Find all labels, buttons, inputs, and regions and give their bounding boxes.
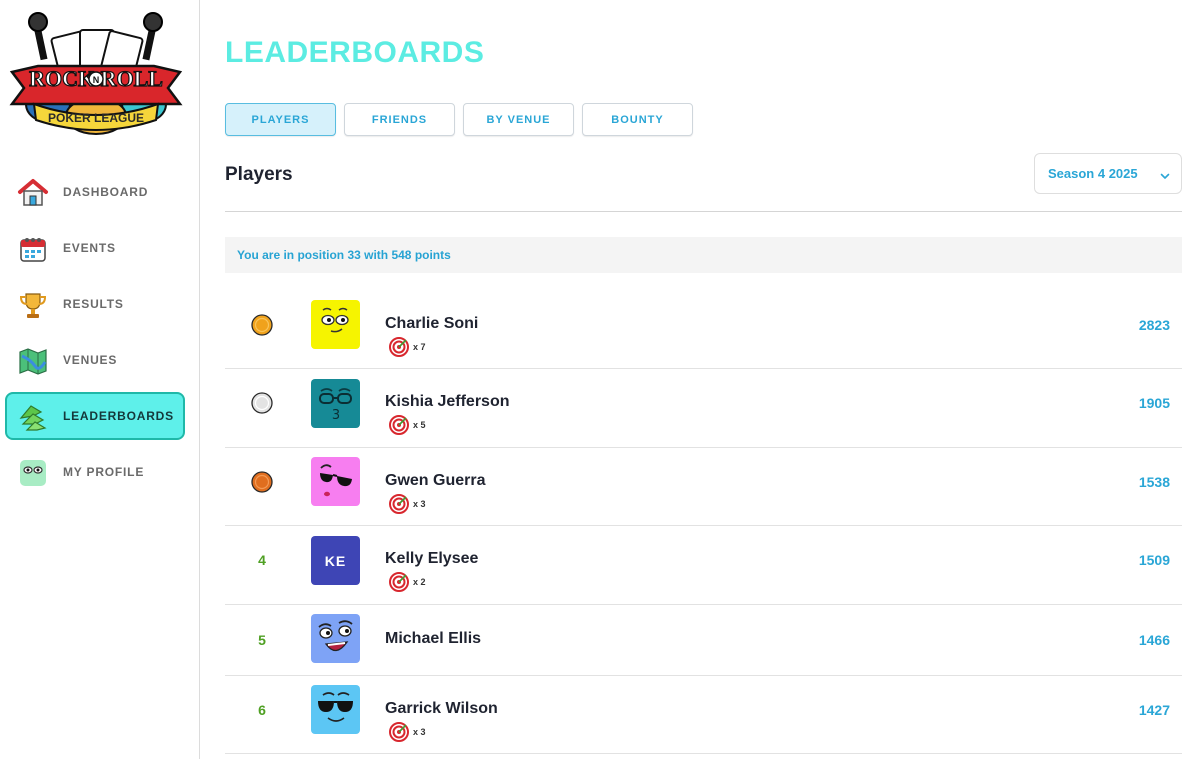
rank-number: 5 <box>258 632 266 648</box>
bounty-count: x 3 <box>413 499 426 509</box>
sidebar-item-venues[interactable]: VENUES <box>5 336 185 384</box>
bounty-count: x 5 <box>413 420 426 430</box>
avatar <box>311 614 360 663</box>
section-title: Players <box>225 164 293 185</box>
bounty-count: x 7 <box>413 342 426 352</box>
chevron-down-icon <box>1160 168 1170 179</box>
player-points: 2823 <box>1138 317 1170 333</box>
bounty-badge: x 3 <box>389 722 426 742</box>
player-name[interactable]: Charlie Soni <box>385 315 478 333</box>
season-select[interactable]: Season 4 2025 <box>1034 153 1182 194</box>
sidebar-item-my-profile[interactable]: MY PROFILE <box>5 448 185 496</box>
position-banner-text: You are in position 33 with 548 points <box>237 248 451 262</box>
player-points: 1466 <box>1138 632 1170 648</box>
avatar-initials: KE <box>324 552 347 569</box>
player-name[interactable]: Kishia Jefferson <box>385 393 509 411</box>
svg-text:POKER LEAGUE: POKER LEAGUE <box>48 111 144 125</box>
season-select-value: Season 4 2025 <box>1048 166 1138 181</box>
rank-number: 4 <box>258 552 266 568</box>
sidebar-item-label: VENUES <box>63 353 118 367</box>
sidebar-item-label: RESULTS <box>63 297 124 311</box>
trophy-icon <box>17 290 49 320</box>
target-icon <box>389 572 409 592</box>
divider <box>225 211 1182 212</box>
tab-players[interactable]: PLAYERS <box>225 103 336 136</box>
face-icon <box>17 458 49 488</box>
sidebar-item-label: LEADERBOARDS <box>63 409 174 423</box>
target-icon <box>389 337 409 357</box>
gold-medal-icon <box>251 314 273 336</box>
bounty-badge: x 7 <box>389 337 426 357</box>
avatar <box>311 300 360 349</box>
sidebar: ROCK ROLL N POKER LEAGUE DASHBOARD EVENT… <box>0 0 200 759</box>
player-name[interactable]: Michael Ellis <box>385 630 481 648</box>
sidebar-item-label: EVENTS <box>63 241 116 255</box>
tab-friends[interactable]: FRIENDS <box>344 103 455 136</box>
avatar: 3 <box>311 379 360 428</box>
table-row[interactable]: Gwen Guerra x 3 1538 <box>225 448 1182 526</box>
sidebar-item-results[interactable]: RESULTS <box>5 280 185 328</box>
tab-by-venue[interactable]: BY VENUE <box>463 103 574 136</box>
table-row[interactable]: 3 Kishia Jefferson x 5 1905 <box>225 369 1182 448</box>
target-icon <box>389 494 409 514</box>
player-name[interactable]: Garrick Wilson <box>385 700 498 718</box>
sidebar-item-dashboard[interactable]: DASHBOARD <box>5 168 185 216</box>
rock-n-roll-poker-league-logo[interactable]: ROCK ROLL N POKER LEAGUE <box>8 8 184 140</box>
svg-text:N: N <box>93 75 100 85</box>
table-row[interactable]: Charlie Soni x 7 2823 <box>225 291 1182 369</box>
tab-bounty[interactable]: BOUNTY <box>582 103 693 136</box>
svg-text:3: 3 <box>332 408 340 423</box>
player-points: 1509 <box>1138 552 1170 568</box>
bounty-count: x 2 <box>413 577 426 587</box>
player-points: 1905 <box>1138 395 1170 411</box>
bounty-badge: x 3 <box>389 494 426 514</box>
rank-number: 6 <box>258 702 266 718</box>
table-row[interactable]: 6 Garrick Wilson x 3 1427 <box>225 676 1182 754</box>
avatar <box>311 685 360 734</box>
bronze-medal-icon <box>251 471 273 493</box>
sidebar-item-label: DASHBOARD <box>63 185 149 199</box>
avatar: KE <box>311 536 360 585</box>
player-name[interactable]: Kelly Elysee <box>385 550 478 568</box>
player-points: 1427 <box>1138 702 1170 718</box>
bounty-count: x 3 <box>413 727 426 737</box>
sidebar-item-events[interactable]: EVENTS <box>5 224 185 272</box>
silver-medal-icon <box>251 392 273 414</box>
main-content: LEADERBOARDS PLAYERS FRIENDS BY VENUE BO… <box>225 0 1182 759</box>
map-icon <box>17 346 49 376</box>
leaderboard-icon <box>17 402 49 432</box>
bounty-badge: x 2 <box>389 572 426 592</box>
sidebar-item-leaderboards[interactable]: LEADERBOARDS <box>5 392 185 440</box>
position-banner: You are in position 33 with 548 points <box>225 237 1182 273</box>
player-name[interactable]: Gwen Guerra <box>385 472 485 490</box>
avatar <box>311 457 360 506</box>
page-title: LEADERBOARDS <box>225 36 485 69</box>
target-icon <box>389 722 409 742</box>
table-row[interactable]: 5 Michael Ellis 1466 <box>225 605 1182 676</box>
table-row[interactable]: 4 KE Kelly Elysee x 2 1509 <box>225 526 1182 605</box>
calendar-icon <box>17 234 49 264</box>
sidebar-item-label: MY PROFILE <box>63 465 145 479</box>
house-icon <box>17 178 49 208</box>
target-icon <box>389 415 409 435</box>
bounty-badge: x 5 <box>389 415 426 435</box>
player-points: 1538 <box>1138 474 1170 490</box>
